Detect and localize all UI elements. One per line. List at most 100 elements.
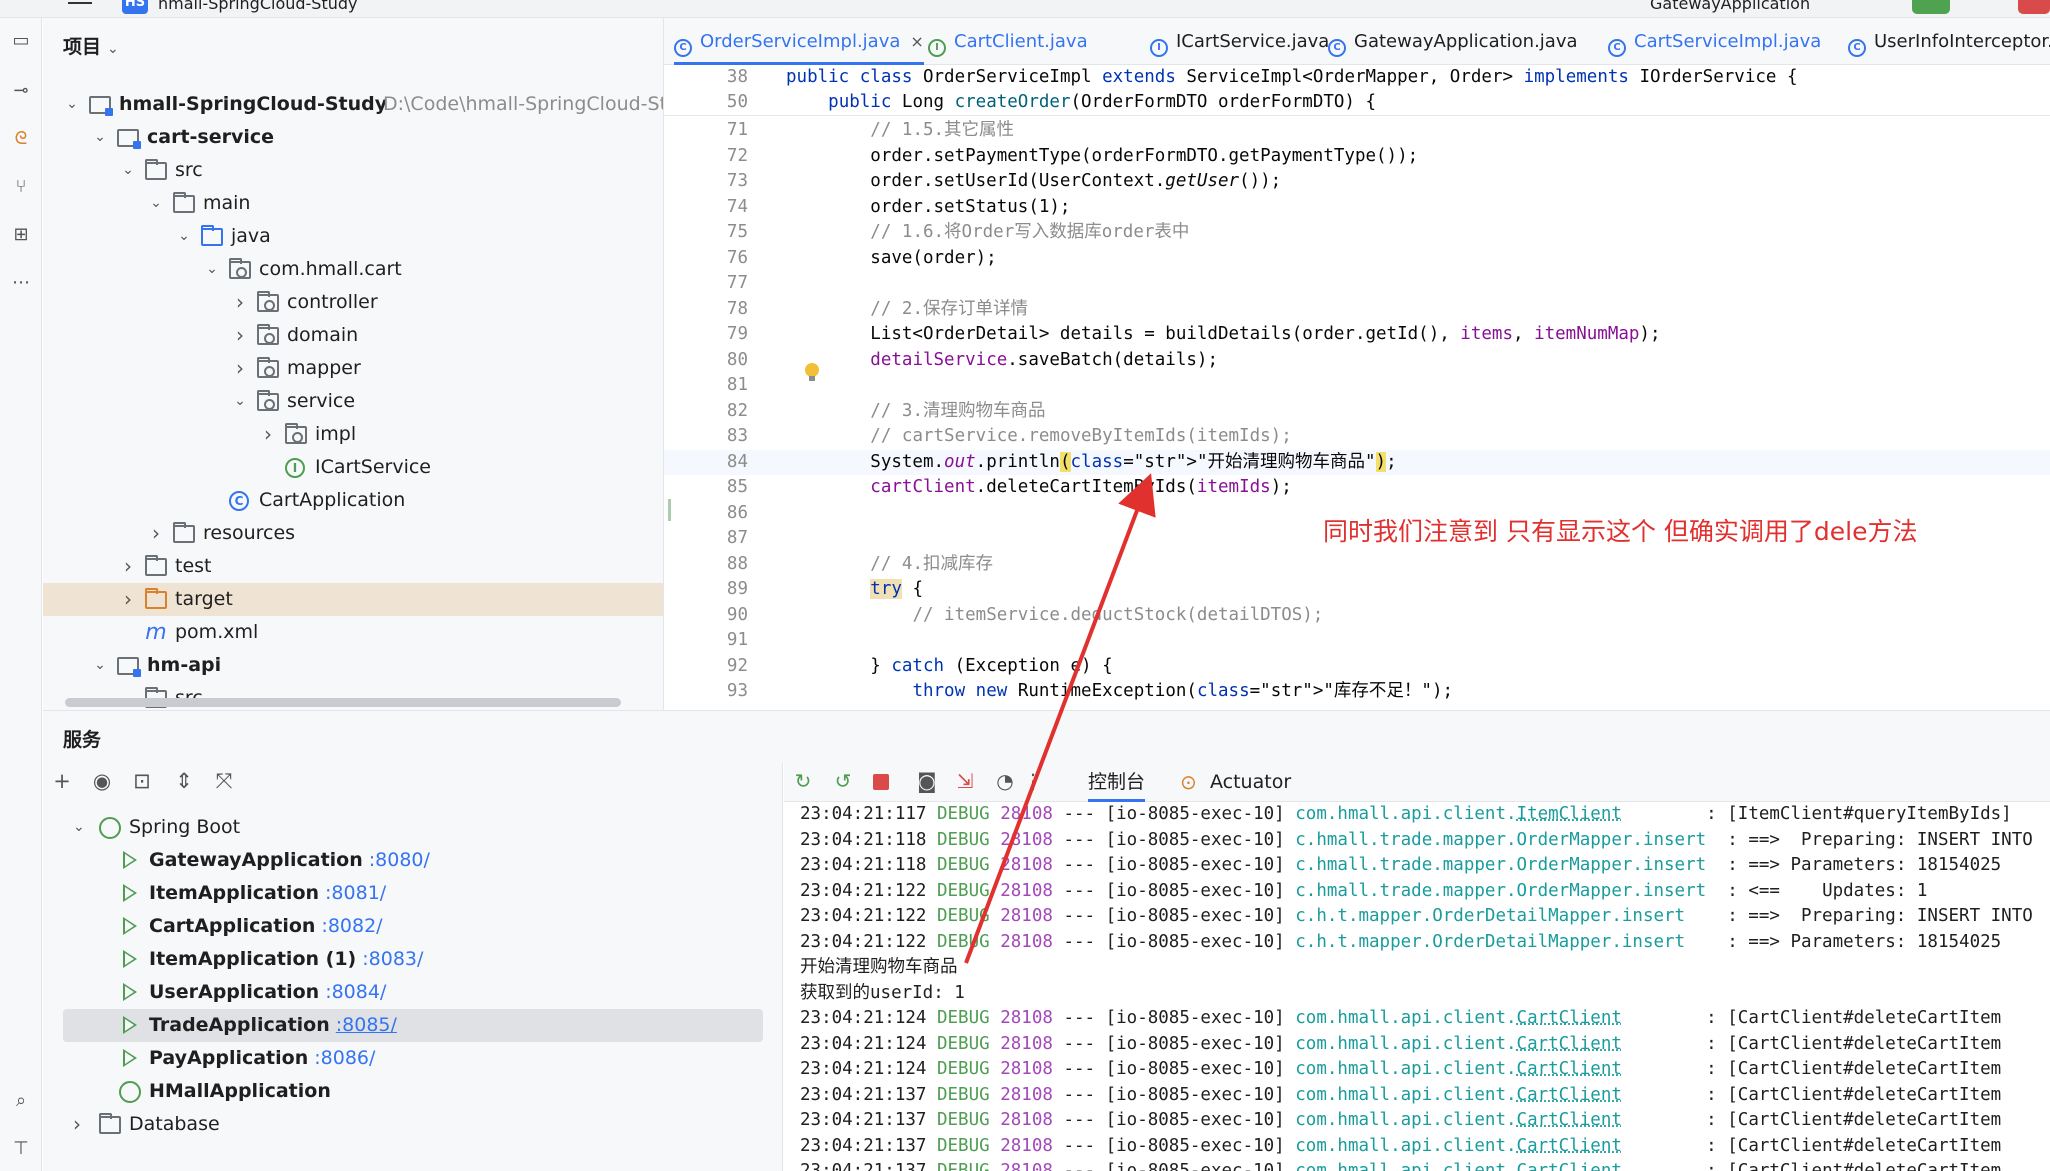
chevron-down-icon[interactable]: ⌄ <box>147 187 165 220</box>
service-item[interactable]: GatewayApplication:8080/ <box>63 844 763 877</box>
chevron-right-icon[interactable]: › <box>147 517 165 550</box>
tree-node[interactable]: › mapper <box>43 352 663 385</box>
view-options-icon[interactable]: ◉ <box>89 768 115 794</box>
log-logger[interactable]: com.hmall.api.client.CartClient <box>1295 1110 1622 1130</box>
tree-node[interactable]: › resources <box>43 517 663 550</box>
log-logger[interactable]: com.hmall.api.client.CartClient <box>1295 1034 1622 1054</box>
search-icon[interactable]: ⌕ <box>8 1088 34 1114</box>
code-line[interactable]: 90 // itemService.deductStock(detailDTOS… <box>664 603 2050 629</box>
code-line[interactable]: 77 <box>664 271 2050 297</box>
services-group-database[interactable]: › Database <box>63 1108 763 1141</box>
chevron-right-icon[interactable]: › <box>231 319 249 352</box>
code-line[interactable]: 73 order.setUserId(UserContext.getUser()… <box>664 169 2050 195</box>
rerun-icon[interactable]: ↻ <box>790 768 816 794</box>
main-menu-icon[interactable] <box>68 2 92 4</box>
chevron-down-icon[interactable]: ⌄ <box>73 811 85 844</box>
pull-requests-icon[interactable]: ⑂ <box>8 174 34 200</box>
run-icon[interactable] <box>123 884 137 902</box>
more-tools-icon[interactable]: ⋯ <box>8 270 34 296</box>
sticky-code-line[interactable]: 50 public Long createOrder(OrderFormDTO … <box>664 90 2050 116</box>
service-port-link[interactable]: :8080/ <box>369 849 430 871</box>
code-line[interactable]: 91 <box>664 628 2050 654</box>
run-icon[interactable] <box>123 1049 137 1067</box>
run-icon[interactable] <box>123 1016 137 1034</box>
new-group-icon[interactable]: ⊡ <box>129 768 155 794</box>
chevron-down-icon[interactable]: ⌄ <box>119 154 137 187</box>
code-line[interactable]: 85 cartClient.deleteCartItemByIds(itemId… <box>664 475 2050 501</box>
rerun-failed-icon[interactable]: ↺ <box>830 768 856 794</box>
commit-tool-icon[interactable]: ⊸ <box>8 78 34 104</box>
chevron-right-icon[interactable]: › <box>73 1108 81 1141</box>
log-logger[interactable]: c.h.t.mapper.OrderDetailMapper.insert <box>1295 906 1685 926</box>
editor-tab[interactable]: C CartServiceImpl.java <box>1608 18 1821 65</box>
code-line[interactable]: 79 List<OrderDetail> details = buildDeta… <box>664 322 2050 348</box>
tree-node[interactable]: ⌄ cart-service <box>43 121 663 154</box>
log-logger[interactable]: com.hmall.api.client.CartClient <box>1295 1085 1622 1105</box>
run-icon[interactable] <box>123 917 137 935</box>
log-logger[interactable]: com.hmall.api.client.CartClient <box>1295 1059 1622 1079</box>
tree-node[interactable]: ⌄ service <box>43 385 663 418</box>
code-line[interactable]: 74 order.setStatus(1); <box>664 195 2050 221</box>
chevron-down-icon[interactable]: ⌄ <box>175 220 193 253</box>
close-icon[interactable]: × <box>910 32 923 51</box>
leetcode-tool-icon[interactable]: ᘓ <box>8 126 34 152</box>
service-item[interactable]: TradeApplication:8085/ <box>63 1009 763 1042</box>
code-area[interactable]: 38 public class OrderServiceImpl extends … <box>664 65 2050 710</box>
tree-node[interactable]: ⌄ hm-api <box>43 649 663 682</box>
chevron-right-icon[interactable]: › <box>231 286 249 319</box>
code-line[interactable]: 83 // cartService.removeByItemIds(itemId… <box>664 424 2050 450</box>
log-logger[interactable]: c.hmall.trade.mapper.OrderMapper.insert <box>1295 855 1706 875</box>
tree-node[interactable]: › test <box>43 550 663 583</box>
log-logger[interactable]: com.hmall.api.client.CartClient <box>1295 1008 1622 1028</box>
tab-actuator[interactable]: Actuator <box>1210 762 1291 802</box>
run-icon[interactable] <box>123 950 137 968</box>
project-badge[interactable]: HS <box>122 0 148 14</box>
tab-console[interactable]: 控制台 <box>1088 762 1146 802</box>
code-line[interactable]: 80 detailService.saveBatch(details); <box>664 348 2050 374</box>
exit-icon[interactable]: ⇲ <box>952 768 978 794</box>
console-output[interactable]: 23:04:21:117 DEBUG 28108 --- [io-8085-ex… <box>800 802 2050 1171</box>
project-switcher[interactable]: hmall-SpringCloud-Study <box>158 0 358 13</box>
tree-node[interactable]: ⌄ com.hmall.cart <box>43 253 663 286</box>
terminal-icon[interactable]: ⊤ <box>8 1136 34 1162</box>
chevron-down-icon[interactable]: ⌄ <box>91 649 109 682</box>
editor-tab[interactable]: I CartClient.java <box>928 18 1088 65</box>
code-line[interactable]: 84 System.out.println(class="str">"开始清理购… <box>664 449 2050 475</box>
log-logger[interactable]: c.hmall.trade.mapper.OrderMapper.insert <box>1295 881 1706 901</box>
editor-tab[interactable]: I ICartService.java <box>1150 18 1329 65</box>
code-line[interactable]: 81 <box>664 373 2050 399</box>
code-line[interactable]: 92 } catch (Exception e) { <box>664 654 2050 680</box>
code-line[interactable]: 71 // 1.5.其它属性 <box>664 118 2050 144</box>
services-group-spring-boot[interactable]: ⌄ Spring Boot <box>63 811 763 844</box>
chevron-down-icon[interactable]: ⌄ <box>203 253 221 286</box>
more-options-icon[interactable]: ⋮ <box>1020 768 1046 794</box>
log-logger[interactable]: com.hmall.api.client.CartClient <box>1295 1136 1622 1156</box>
add-service-icon[interactable]: + <box>49 768 75 794</box>
project-panel-title[interactable]: 项目 ⌄ <box>63 32 119 59</box>
code-line[interactable]: 72 order.setPaymentType(orderFormDTO.get… <box>664 144 2050 170</box>
service-port-link[interactable]: :8081/ <box>325 882 386 904</box>
service-item[interactable]: ItemApplication (1):8083/ <box>63 943 763 976</box>
chevron-right-icon[interactable]: › <box>119 583 137 616</box>
stop-icon[interactable] <box>868 768 894 794</box>
log-logger[interactable]: com.hmall.api.client.ItemClient <box>1295 804 1622 824</box>
profiler-icon[interactable]: ◔ <box>992 768 1018 794</box>
horizontal-scrollbar[interactable] <box>65 698 621 707</box>
service-port-link[interactable]: :8085/ <box>336 1014 397 1036</box>
chevron-right-icon[interactable]: › <box>119 550 137 583</box>
tree-node[interactable]: I ICartService <box>43 451 663 484</box>
project-tool-icon[interactable]: ▭ <box>8 28 34 54</box>
tree-node[interactable]: ⌄ src <box>43 154 663 187</box>
chevron-right-icon[interactable]: › <box>259 418 277 451</box>
log-logger[interactable]: c.h.t.mapper.OrderDetailMapper.insert <box>1295 932 1685 952</box>
service-item[interactable]: CartApplication:8082/ <box>63 910 763 943</box>
stop-button[interactable] <box>2018 0 2050 14</box>
log-logger[interactable]: c.hmall.trade.mapper.OrderMapper.insert <box>1295 830 1706 850</box>
run-icon[interactable] <box>123 851 137 869</box>
editor-tab[interactable]: C UserInfoInterceptor.java <box>1848 18 2050 65</box>
chevron-down-icon[interactable]: ⌄ <box>231 385 249 418</box>
tree-node[interactable]: ⌄ hmall-SpringCloud-Study D:\Code\hmall-Sp… <box>43 88 663 121</box>
tree-node[interactable]: m pom.xml <box>43 616 663 649</box>
editor-tab[interactable]: C OrderServiceImpl.java × <box>674 18 924 65</box>
service-item[interactable]: PayApplication:8086/ <box>63 1042 763 1075</box>
